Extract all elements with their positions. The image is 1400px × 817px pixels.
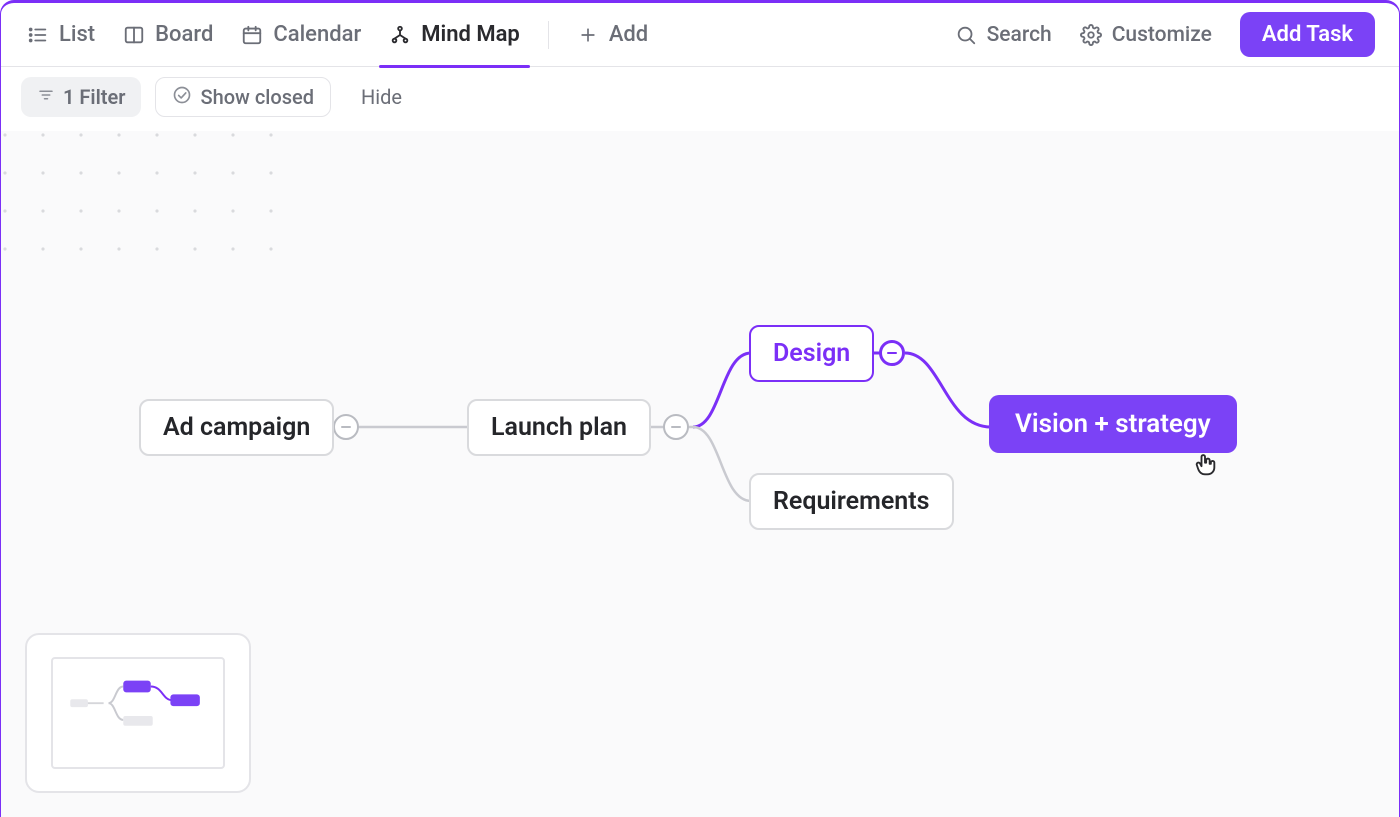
node-label: Requirements	[773, 487, 930, 516]
search-label: Search	[987, 23, 1052, 47]
board-icon	[123, 24, 145, 46]
customize-button[interactable]: Customize	[1080, 23, 1212, 47]
tab-label: Add	[609, 22, 648, 47]
mind-map-icon	[389, 24, 411, 46]
divider	[548, 21, 549, 49]
node-design[interactable]: Design	[749, 325, 874, 382]
check-circle-icon	[172, 85, 192, 110]
tab-label: Board	[155, 22, 213, 47]
node-ad-campaign[interactable]: Ad campaign	[139, 399, 334, 456]
list-icon	[27, 24, 49, 46]
node-label: Vision + strategy	[1015, 409, 1211, 439]
tab-add-view[interactable]: Add	[577, 3, 648, 67]
hide-label: Hide	[361, 85, 402, 109]
filter-label: 1 Filter	[63, 85, 125, 109]
add-task-label: Add Task	[1262, 22, 1353, 47]
node-launch-plan[interactable]: Launch plan	[467, 399, 651, 456]
minimap-viewport	[51, 657, 225, 769]
hide-button[interactable]: Hide	[345, 85, 418, 109]
show-closed-pill[interactable]: Show closed	[155, 77, 331, 117]
collapse-toggle[interactable]	[879, 340, 905, 366]
collapse-toggle[interactable]	[663, 414, 689, 440]
cursor-icon	[1191, 451, 1219, 479]
tab-label: List	[59, 22, 95, 47]
tab-board[interactable]: Board	[123, 3, 213, 67]
plus-icon	[577, 24, 599, 46]
view-tabs-bar: List Board Calendar Mind Map	[1, 3, 1399, 67]
search-icon	[955, 24, 977, 46]
tab-calendar[interactable]: Calendar	[241, 3, 361, 67]
minimap[interactable]	[25, 633, 251, 793]
search-button[interactable]: Search	[955, 23, 1052, 47]
collapse-toggle[interactable]	[333, 414, 359, 440]
mind-map-canvas[interactable]: Ad campaign Launch plan Design Requireme…	[1, 131, 1399, 817]
tab-mind-map[interactable]: Mind Map	[389, 3, 520, 67]
filter-icon	[37, 85, 55, 109]
node-label: Ad campaign	[163, 413, 310, 442]
tab-label: Mind Map	[421, 22, 520, 47]
filter-bar: 1 Filter Show closed Hide	[1, 67, 1399, 127]
node-label: Design	[773, 339, 850, 368]
calendar-icon	[241, 24, 263, 46]
node-label: Launch plan	[491, 413, 627, 442]
node-requirements[interactable]: Requirements	[749, 473, 954, 530]
gear-icon	[1080, 24, 1102, 46]
customize-label: Customize	[1112, 23, 1212, 47]
tab-list[interactable]: List	[27, 3, 95, 67]
tab-label: Calendar	[273, 22, 361, 47]
canvas-dots	[1, 131, 301, 281]
node-vision-strategy[interactable]: Vision + strategy	[989, 395, 1237, 453]
add-task-button[interactable]: Add Task	[1240, 12, 1375, 57]
filter-pill[interactable]: 1 Filter	[21, 77, 141, 117]
show-closed-label: Show closed	[200, 85, 314, 109]
